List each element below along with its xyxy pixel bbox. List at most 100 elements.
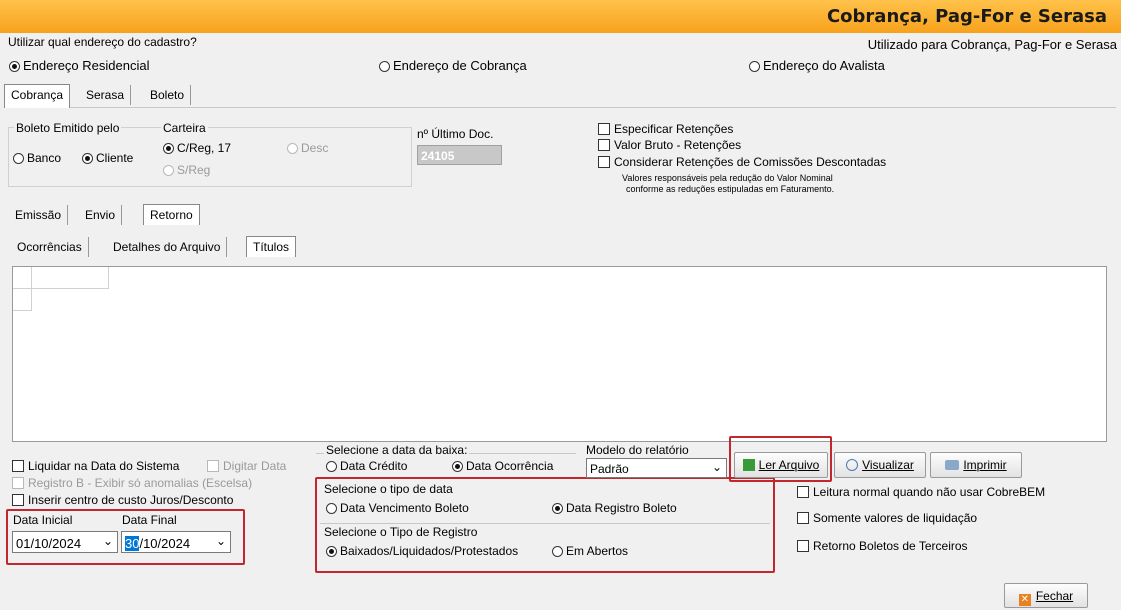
radio-icon — [163, 165, 174, 176]
radio-cliente[interactable]: Cliente — [82, 151, 133, 165]
tab-envio[interactable]: Envio — [79, 205, 123, 225]
radio-em-abertos[interactable]: Em Abertos — [552, 544, 628, 558]
radio-data-credito[interactable]: Data Crédito — [326, 459, 407, 473]
checkbox-icon — [12, 494, 24, 506]
checkbox-label: Registro B - Exibir só anomalias (Escels… — [28, 476, 253, 490]
data-final-picker[interactable]: 30/10/2024 ⌄ — [121, 531, 231, 553]
radio-desc[interactable]: Desc — [287, 141, 328, 155]
data-inicial-label: Data Inicial — [13, 513, 73, 527]
data-final-value: 30/10/2024 — [125, 536, 190, 551]
ler-arquivo-button[interactable]: Ler Arquivo — [734, 452, 828, 478]
checkbox-label: Digitar Data — [223, 459, 287, 473]
checkbox-valor-bruto[interactable]: Valor Bruto - Retenções — [598, 138, 741, 152]
chevron-down-icon[interactable]: ⌄ — [216, 534, 226, 548]
checkbox-icon — [598, 156, 610, 168]
grid-row-indicator — [13, 289, 32, 311]
checkbox-icon — [598, 139, 610, 151]
checkbox-label: Somente valores de liquidação — [813, 511, 978, 525]
checkbox-somente-liquidacao[interactable]: Somente valores de liquidação — [797, 511, 977, 525]
fechar-button[interactable]: ✕ Fechar — [1004, 583, 1088, 608]
radio-banco[interactable]: Banco — [13, 151, 61, 165]
tab-titulos[interactable]: Títulos — [246, 236, 297, 257]
radio-label: Endereço de Cobrança — [393, 58, 527, 73]
data-inicial-picker[interactable]: 01/10/2024 ⌄ — [12, 531, 118, 553]
checkbox-icon — [797, 486, 809, 498]
checkbox-icon — [797, 540, 809, 552]
radio-icon — [379, 61, 390, 72]
radio-icon — [326, 461, 337, 472]
ultimo-doc-field: 24105 — [417, 145, 502, 165]
radio-label: Cliente — [96, 151, 134, 165]
radio-icon — [287, 143, 298, 154]
checkbox-icon — [207, 460, 219, 472]
ler-arquivo-label: Ler Arquivo — [758, 458, 820, 472]
checkbox-liquidar-data-sistema[interactable]: Liquidar na Data do Sistema — [12, 459, 179, 473]
tab-boleto[interactable]: Boleto — [144, 85, 192, 105]
radio-baixados[interactable]: Baixados/Liquidados/Protestados — [326, 544, 518, 558]
tipo-separator — [320, 523, 770, 524]
modelo-label: Modelo do relatório — [586, 443, 689, 457]
tab-ocorrencias[interactable]: Ocorrências — [11, 237, 89, 257]
titulos-grid[interactable] — [12, 266, 1107, 442]
checkbox-label: Considerar Retenções de Comissões Descon… — [614, 155, 887, 169]
checkbox-registro-b[interactable]: Registro B - Exibir só anomalias (Escels… — [12, 476, 252, 490]
grid-header-cell — [32, 267, 109, 289]
radio-endereco-residencial[interactable]: Endereço Residencial — [9, 58, 149, 73]
checkbox-inserir-centro-custo[interactable]: Inserir centro de custo Juros/Desconto — [12, 493, 233, 507]
checkbox-icon — [797, 512, 809, 524]
imprimir-button[interactable]: Imprimir — [930, 452, 1022, 478]
title-bar: Cobrança, Pag-For e Serasa — [0, 0, 1121, 33]
ultimo-doc-label: nº Último Doc. — [417, 127, 494, 141]
radio-label: Data Vencimento Boleto — [340, 501, 469, 515]
carteira-label: Carteira — [161, 121, 208, 135]
radio-selected-icon — [82, 153, 93, 164]
checkbox-label: Especificar Retenções — [614, 122, 734, 136]
radio-data-vencimento[interactable]: Data Vencimento Boleto — [326, 501, 469, 515]
tab-retorno[interactable]: Retorno — [143, 204, 200, 225]
tipo-registro-label: Selecione o Tipo de Registro — [324, 525, 478, 539]
checkbox-label: Retorno Boletos de Terceiros — [813, 539, 968, 553]
radio-label: Desc — [301, 141, 329, 155]
radio-icon — [552, 546, 563, 557]
checkbox-considerar-retencoes[interactable]: Considerar Retenções de Comissões Descon… — [598, 155, 886, 169]
tab-serasa[interactable]: Serasa — [80, 85, 132, 105]
radio-sreg[interactable]: S/Reg — [163, 163, 210, 177]
tab-emissao[interactable]: Emissão — [9, 205, 69, 225]
tab-cobranca[interactable]: Cobrança — [4, 84, 71, 108]
radio-selected-icon — [452, 461, 463, 472]
checkbox-label: Liquidar na Data do Sistema — [28, 459, 180, 473]
chevron-down-icon[interactable]: ⌄ — [712, 460, 722, 474]
window-title: Cobrança, Pag-For e Serasa — [826, 6, 1107, 27]
radio-data-registro[interactable]: Data Registro Boleto — [552, 501, 677, 515]
read-file-icon — [742, 459, 755, 471]
radio-endereco-avalista[interactable]: Endereço do Avalista — [749, 58, 885, 73]
radio-label: Data Ocorrência — [466, 459, 554, 473]
data-baixa-label: Selecione a data da baixa: — [324, 443, 470, 457]
data-inicial-value: 01/10/2024 — [16, 536, 82, 551]
radio-creg[interactable]: C/Reg, 17 — [163, 141, 231, 155]
visualizar-button[interactable]: Visualizar — [834, 452, 926, 478]
radio-endereco-cobranca[interactable]: Endereço de Cobrança — [379, 58, 527, 73]
checkbox-icon — [12, 477, 24, 489]
checkbox-icon — [12, 460, 24, 472]
boleto-emitido-label: Boleto Emitido pelo — [14, 121, 122, 135]
radio-icon — [13, 153, 24, 164]
checkbox-label: Valor Bruto - Retenções — [614, 138, 742, 152]
checkbox-leitura-normal[interactable]: Leitura normal quando não usar CobreBEM — [797, 485, 1045, 499]
radio-label: Em Abertos — [566, 544, 629, 558]
radio-label: Baixados/Liquidados/Protestados — [340, 544, 519, 558]
radio-label: Endereço Residencial — [23, 58, 150, 73]
retencoes-note-1: Valores responsáveis pela redução do Val… — [622, 173, 833, 183]
chevron-down-icon[interactable]: ⌄ — [103, 534, 113, 548]
radio-icon — [326, 503, 337, 514]
checkbox-especificar-retencoes[interactable]: Especificar Retenções — [598, 122, 733, 136]
boleto-carteira-group — [8, 127, 412, 187]
data-final-label: Data Final — [122, 513, 177, 527]
checkbox-retorno-terceiros[interactable]: Retorno Boletos de Terceiros — [797, 539, 968, 553]
modelo-select[interactable]: Padrão ⌄ — [586, 458, 727, 478]
checkbox-digitar-data[interactable]: Digitar Data — [207, 459, 286, 473]
tab-detalhes-arquivo[interactable]: Detalhes do Arquivo — [107, 237, 228, 257]
radio-data-ocorrencia[interactable]: Data Ocorrência — [452, 459, 553, 473]
radio-label: Endereço do Avalista — [763, 58, 885, 73]
checkbox-label: Inserir centro de custo Juros/Desconto — [28, 493, 234, 507]
